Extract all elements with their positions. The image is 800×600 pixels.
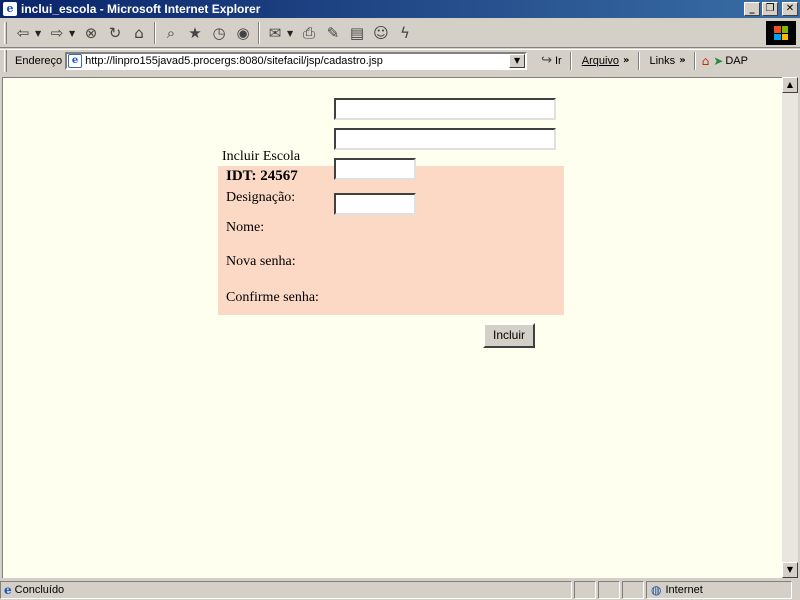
status-text: Concluído: [14, 584, 65, 596]
menu-arquivo[interactable]: Arquivo »: [582, 55, 630, 67]
confirme-senha-label: Confirme senha:: [226, 290, 319, 305]
maximize-button[interactable]: ❐: [762, 2, 778, 16]
toolbar-separator: [154, 22, 156, 44]
go-label: Ir: [555, 54, 562, 67]
close-button[interactable]: ✕: [782, 2, 798, 16]
minimize-button[interactable]: _: [744, 2, 760, 16]
history-icon[interactable]: ◷: [207, 21, 231, 45]
refresh-icon[interactable]: ↻: [103, 21, 127, 45]
status-cell: [574, 581, 596, 599]
nome-label: Nome:: [226, 220, 265, 235]
dap-arrow-icon: ➤: [713, 53, 724, 68]
page-done-icon: e: [4, 583, 12, 597]
toolbar-grip[interactable]: [4, 22, 7, 44]
address-url[interactable]: http://linpro155javad5.procergs:8080/sit…: [85, 55, 509, 67]
address-dropdown-icon[interactable]: ▼: [509, 53, 526, 68]
ie-logo-icon: e: [3, 2, 17, 16]
home-icon[interactable]: ⌂: [127, 21, 151, 45]
idt-label: IDT: 24567: [226, 168, 298, 184]
nova-senha-label: Nova senha:: [226, 254, 296, 269]
page-icon: e: [68, 53, 83, 68]
search-icon[interactable]: ⌕: [159, 21, 183, 45]
address-separator: [637, 51, 640, 70]
nome-input[interactable]: [334, 128, 556, 150]
chevron-right-icon[interactable]: »: [623, 55, 629, 66]
stop-icon[interactable]: ⊗: [79, 21, 103, 45]
go-arrow-icon: ↪: [541, 53, 552, 68]
go-button[interactable]: ↪ Ir: [541, 53, 562, 68]
lightning-icon[interactable]: ϟ: [393, 21, 417, 45]
status-cell: [622, 581, 644, 599]
designacao-input[interactable]: [334, 98, 556, 120]
windows-logo-icon: [766, 21, 796, 45]
address-input[interactable]: e http://linpro155javad5.procergs:8080/s…: [65, 51, 528, 70]
chevron-right-icon[interactable]: »: [679, 55, 685, 66]
channels-icon[interactable]: ◉: [231, 21, 255, 45]
address-bar: Endereço e http://linpro155javad5.procer…: [0, 49, 800, 72]
forward-dropdown-icon[interactable]: ▼: [69, 29, 79, 38]
designacao-label: Designação:: [226, 190, 296, 205]
forward-icon[interactable]: ⇨: [45, 21, 69, 45]
links-label: Links: [649, 54, 676, 67]
address-separator: [569, 51, 572, 70]
incluir-button[interactable]: Incluir: [483, 323, 535, 348]
address-separator: [693, 51, 696, 70]
status-text-cell: e Concluído: [0, 581, 572, 599]
toolbar-separator: [258, 22, 260, 44]
back-icon[interactable]: ⇦: [11, 21, 35, 45]
address-grip[interactable]: [4, 49, 7, 72]
title-bar: e inclui_escola - Microsoft Internet Exp…: [0, 0, 800, 18]
menu-arquivo-label: Arquivo: [581, 54, 620, 67]
incluir-escola-form: IDT: 24567 Designação: Nome: Nova senha:…: [218, 98, 564, 315]
dap-label: DAP: [725, 54, 748, 67]
discuss-icon[interactable]: ▤: [345, 21, 369, 45]
dap-link[interactable]: ➤ DAP: [713, 54, 748, 68]
standard-toolbar: ⇦ ▼ ⇨ ▼ ⊗ ↻ ⌂ ⌕ ★ ◷ ◉ ✉ ▼ ⎙ ✎ ▤ ☺ ϟ: [0, 19, 800, 48]
status-cell: [598, 581, 620, 599]
messenger-icon[interactable]: ☺: [369, 21, 393, 45]
window-title: inclui_escola - Microsoft Internet Explo…: [21, 2, 261, 16]
favorites-icon[interactable]: ★: [183, 21, 207, 45]
vertical-scrollbar[interactable]: ▲ ▼: [782, 77, 798, 578]
home-link-icon[interactable]: ⌂: [702, 54, 710, 68]
edit-icon[interactable]: ✎: [321, 21, 345, 45]
globe-icon: ◍: [651, 583, 662, 597]
nova-senha-input[interactable]: [334, 158, 416, 180]
address-label: Endereço: [15, 54, 63, 67]
zone-text: Internet: [665, 584, 703, 596]
mail-icon[interactable]: ✉: [263, 21, 287, 45]
zone-cell: ◍ Internet: [646, 581, 792, 599]
links-toolbar[interactable]: Links »: [650, 55, 686, 67]
print-icon[interactable]: ⎙: [297, 21, 321, 45]
confirme-senha-input[interactable]: [334, 193, 416, 215]
mail-dropdown-icon[interactable]: ▼: [287, 29, 297, 38]
status-bar: e Concluído ◍ Internet: [0, 580, 800, 600]
scroll-down-icon[interactable]: ▼: [782, 562, 798, 578]
scroll-up-icon[interactable]: ▲: [782, 77, 798, 93]
back-dropdown-icon[interactable]: ▼: [35, 29, 45, 38]
